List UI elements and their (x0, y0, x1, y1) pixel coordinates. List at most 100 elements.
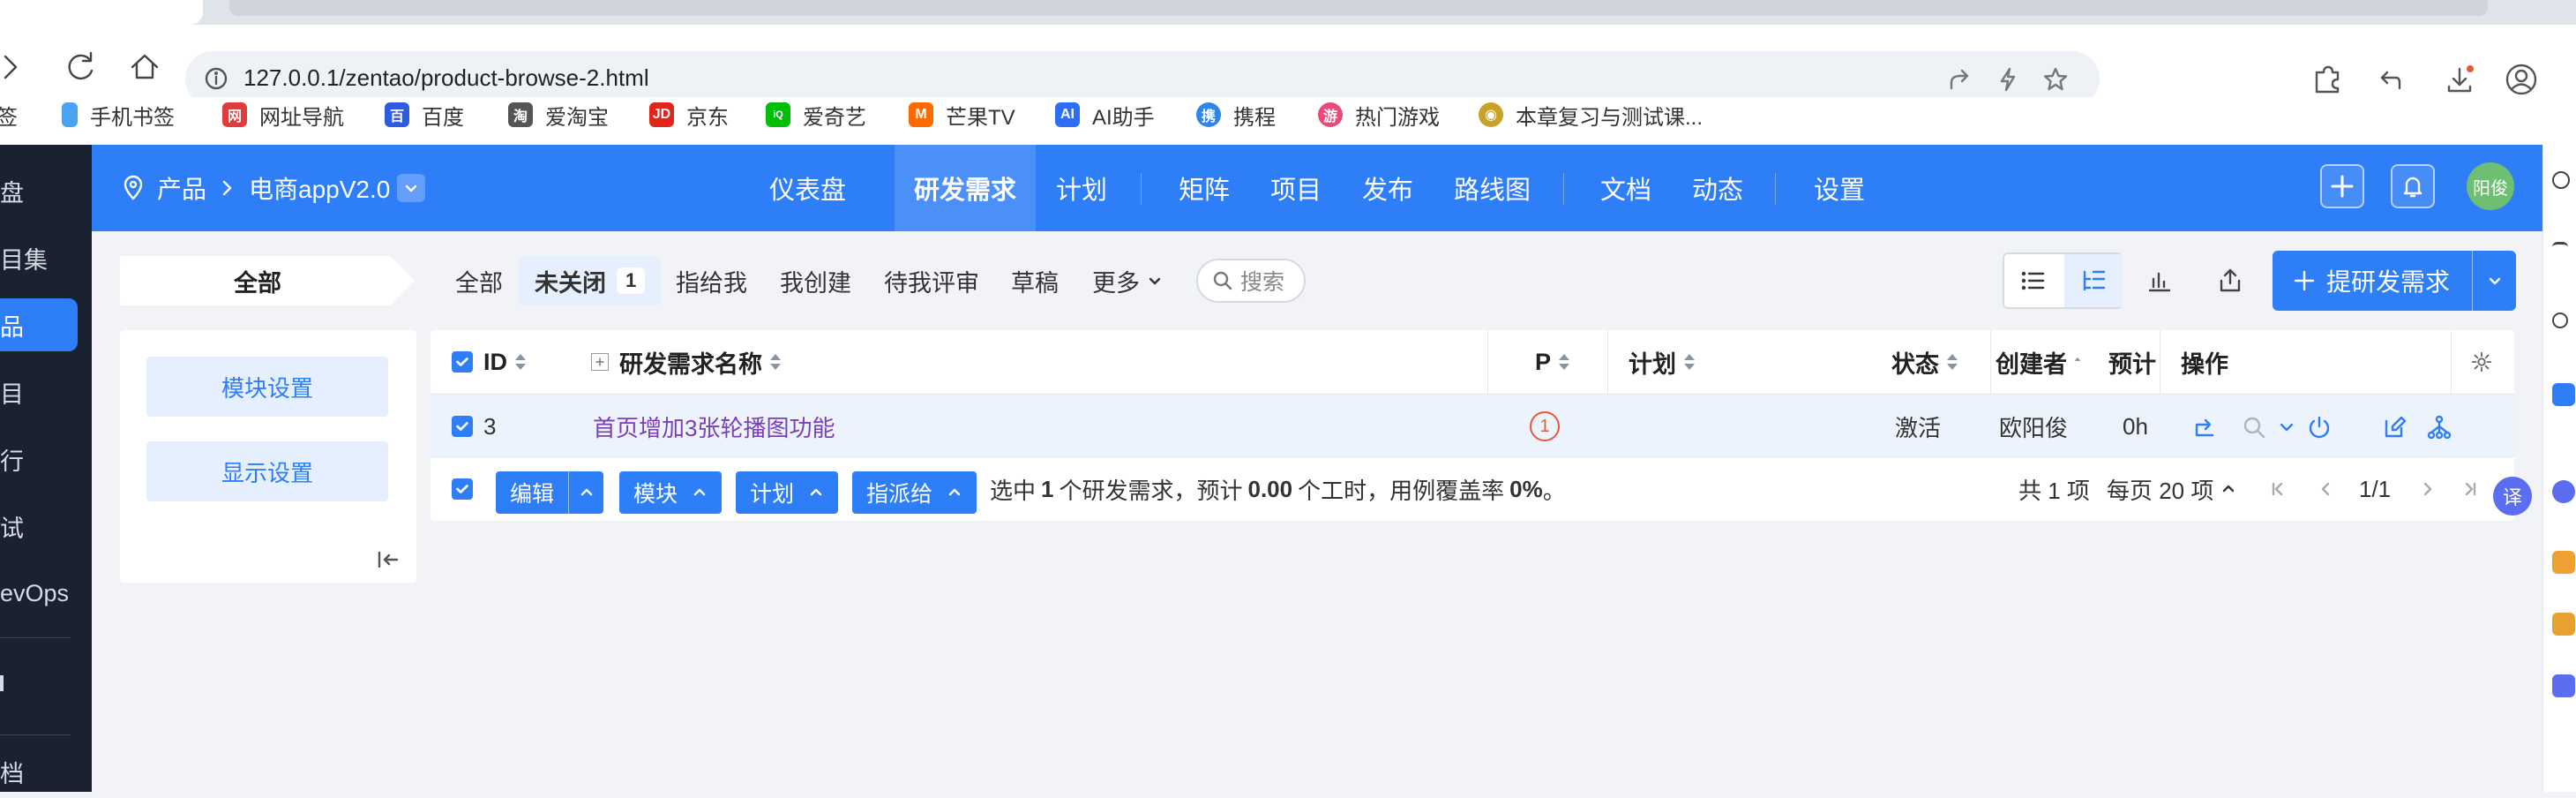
side-filter-icon[interactable] (2552, 242, 2568, 258)
table-row[interactable]: 3 首页增加3张轮播图功能 1 激活 欧阳俊 0h (431, 394, 2514, 457)
tree-view-icon[interactable] (2064, 254, 2123, 307)
module-settings-button[interactable]: 模块设置 (146, 357, 388, 417)
filter-draft[interactable]: 草稿 (1011, 256, 1059, 305)
nav-requirements[interactable]: 研发需求 (895, 145, 1036, 231)
more-actions-chevron-icon[interactable] (2278, 414, 2295, 440)
expand-all-icon[interactable] (591, 353, 609, 371)
next-page-icon[interactable] (2419, 457, 2437, 521)
bookmark-item[interactable]: M 芒果TV (909, 97, 1015, 132)
create-dropdown-toggle[interactable] (2472, 251, 2516, 311)
batch-module-button[interactable]: 模块 (619, 471, 723, 514)
create-requirement-label[interactable]: 提研发需求 (2273, 251, 2470, 311)
bookmark-item[interactable]: 游热门游戏 (1318, 97, 1440, 132)
batch-plan-button[interactable]: 计划 (736, 471, 839, 514)
filter-assigned-to-me[interactable]: 指给我 (676, 256, 747, 305)
create-requirement-button[interactable]: 提研发需求 (2273, 251, 2516, 311)
split-tree-icon[interactable] (2426, 414, 2452, 440)
table-settings-icon[interactable] (2470, 330, 2493, 394)
sidebar-item-test[interactable]: 试 (0, 500, 92, 553)
forward-icon[interactable] (0, 44, 34, 90)
column-header-plan[interactable]: 计划 (1629, 330, 1696, 394)
extensions-icon[interactable] (2310, 62, 2345, 97)
row-checkbox[interactable] (452, 395, 473, 458)
nav-project[interactable]: 项目 (1270, 145, 1322, 231)
share-icon[interactable] (1946, 65, 1974, 94)
first-page-icon[interactable] (2269, 457, 2287, 521)
nav-roadmap[interactable]: 路线图 (1454, 145, 1531, 231)
sidebar-item-execution[interactable]: 行 (0, 433, 92, 486)
sidebar-item-bi[interactable] (0, 657, 92, 710)
site-info-icon[interactable] (203, 65, 229, 92)
bookmark-item[interactable]: 网网址导航 (222, 97, 344, 132)
column-header-creator[interactable]: 创建者 (1996, 330, 2081, 394)
nav-settings[interactable]: 设置 (1814, 145, 1865, 231)
sidebar-item-dashboard[interactable]: 盘 (0, 164, 92, 217)
nav-matrix[interactable]: 矩阵 (1179, 145, 1230, 231)
product-dropdown-button[interactable] (397, 174, 426, 202)
nav-activity[interactable]: 动态 (1692, 145, 1743, 231)
bookmark-item[interactable]: iQ 爱奇艺 (766, 97, 866, 132)
download-icon[interactable] (2442, 62, 2477, 97)
nav-dashboard[interactable]: 仪表盘 (769, 145, 846, 231)
change-icon[interactable] (2191, 414, 2218, 440)
requirement-title-link[interactable]: 首页增加3张轮播图功能 (593, 395, 835, 458)
module-segment[interactable]: 全部 (120, 256, 415, 305)
display-settings-button[interactable]: 显示设置 (146, 441, 388, 501)
column-header-priority[interactable]: P (1535, 330, 1570, 394)
notification-bell-icon[interactable] (2391, 164, 2435, 208)
bookmark-item[interactable]: 手机书签 (62, 97, 175, 132)
side-search-icon[interactable] (2552, 171, 2570, 189)
column-header-status[interactable]: 状态 (1891, 330, 1958, 394)
side-app-icon[interactable] (2552, 383, 2575, 406)
history-back-icon[interactable] (2373, 62, 2408, 97)
close-power-icon[interactable] (2306, 414, 2333, 440)
lightning-icon[interactable] (1994, 65, 2022, 94)
reload-icon[interactable] (58, 44, 104, 90)
bookmark-item[interactable]: 百百度 (385, 97, 464, 132)
sidebar-item-program[interactable]: 目集 (0, 231, 92, 284)
report-chart-icon[interactable] (2142, 263, 2177, 298)
batch-assign-button[interactable]: 指派给 (852, 471, 977, 514)
column-header-estimate[interactable]: 预计 (2108, 330, 2156, 394)
export-icon[interactable] (2213, 263, 2248, 298)
home-icon[interactable] (122, 44, 168, 90)
bookmark-item[interactable]: 淘爱淘宝 (508, 97, 609, 132)
sidebar-item-doc[interactable]: 档 (0, 745, 92, 798)
side-bag-icon[interactable] (2552, 613, 2575, 636)
last-page-icon[interactable] (2461, 457, 2479, 521)
add-button[interactable] (2320, 164, 2364, 208)
column-header-id[interactable]: ID (483, 330, 527, 394)
sidebar-item-product[interactable]: 品 (0, 298, 78, 351)
bookmark-item[interactable]: JD 京东 (649, 97, 729, 132)
bookmark-item[interactable]: 签 (0, 97, 18, 132)
side-doc-icon[interactable] (2552, 674, 2575, 697)
profile-icon[interactable] (2504, 62, 2539, 97)
nav-docs[interactable]: 文档 (1600, 145, 1651, 231)
search-box[interactable]: 搜索 (1196, 259, 1306, 303)
prev-page-icon[interactable] (2317, 457, 2334, 521)
nav-plan[interactable]: 计划 (1056, 145, 1107, 231)
translate-icon[interactable]: 译 (2493, 477, 2532, 516)
nav-release[interactable]: 发布 (1362, 145, 1413, 231)
bookmark-star-icon[interactable] (2041, 65, 2070, 94)
avatar[interactable]: 阳俊 (2467, 162, 2514, 210)
batch-edit-button[interactable]: 编辑 (496, 471, 604, 514)
filter-all[interactable]: 全部 (455, 256, 503, 305)
filter-created-by-me[interactable]: 我创建 (780, 256, 851, 305)
url-text[interactable]: 127.0.0.1/zentao/product-browse-2.html (243, 64, 649, 92)
collapse-panel-icon[interactable] (376, 547, 401, 572)
bookmark-item[interactable]: AI AI助手 (1055, 97, 1155, 132)
filter-unclosed[interactable]: 未关闭 1 (519, 256, 662, 305)
side-chat-icon[interactable] (2552, 480, 2575, 503)
filter-more[interactable]: 更多 (1092, 256, 1163, 305)
edit-icon[interactable] (2382, 414, 2408, 440)
sidebar-item-devops[interactable]: evOps (0, 567, 92, 620)
chevron-up-icon[interactable] (568, 471, 603, 514)
select-all-checkbox[interactable] (452, 330, 473, 394)
page-size-selector[interactable]: 每页 20 项 (2107, 457, 2236, 521)
browser-tab-inactive[interactable] (229, 0, 2488, 16)
product-switcher-label[interactable]: 电商appV2.0 (249, 170, 390, 206)
side-tool-icon[interactable] (2552, 551, 2575, 574)
breadcrumb-product[interactable]: 产品 (157, 170, 206, 206)
footer-select-checkbox[interactable] (452, 457, 473, 521)
